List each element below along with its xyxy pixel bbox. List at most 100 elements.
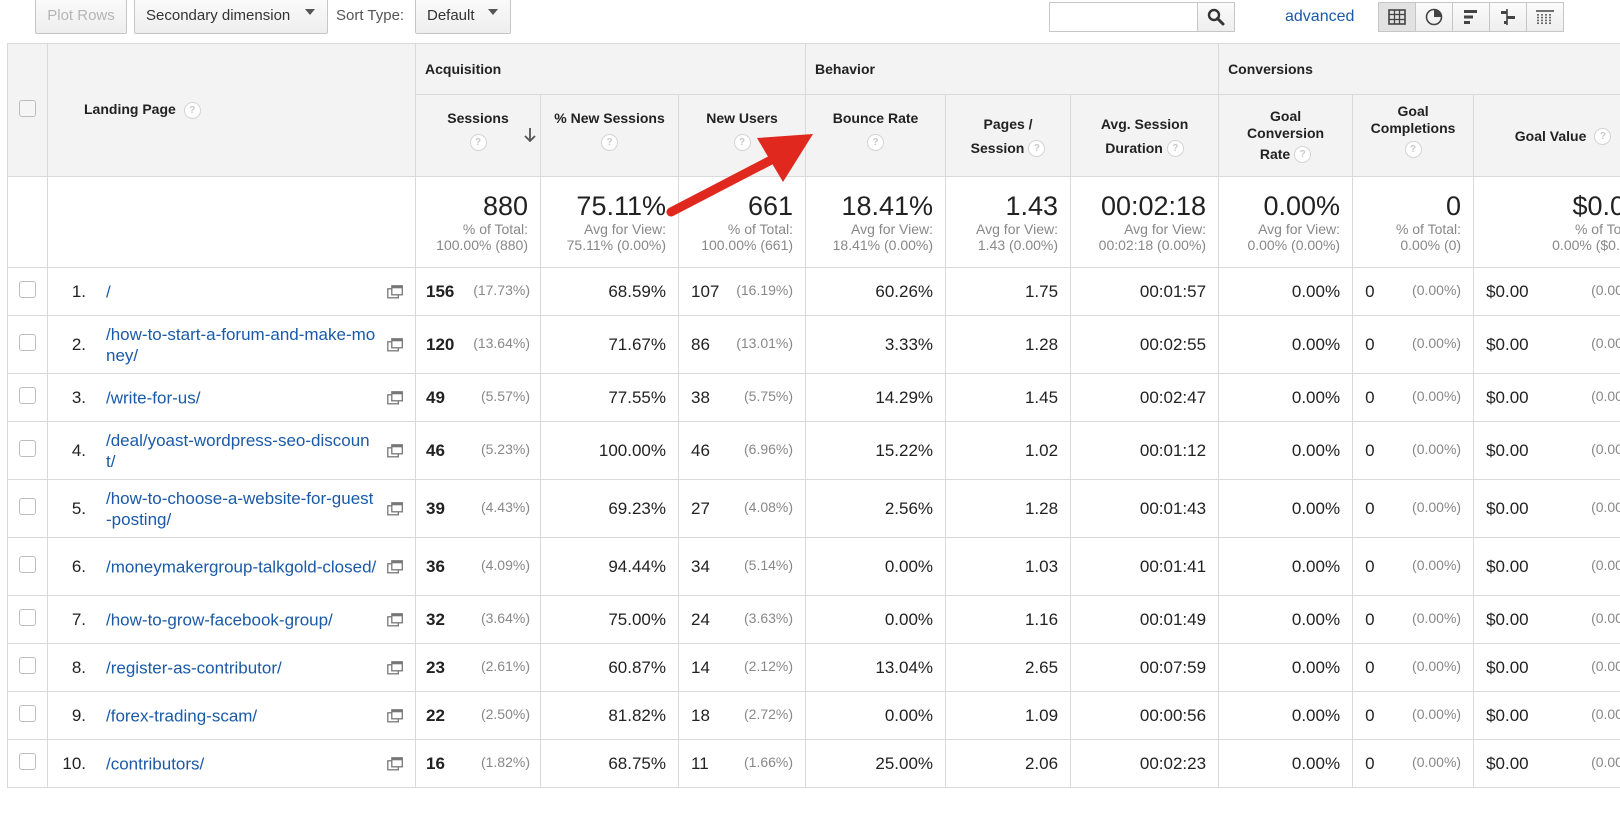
advanced-filter-link[interactable]: advanced	[1285, 8, 1354, 26]
landing-page-cell: 10. /contributors/	[47, 739, 416, 788]
landing-page-link[interactable]: /	[106, 281, 379, 302]
help-icon[interactable]: ?	[601, 134, 618, 152]
help-icon[interactable]: ?	[1294, 146, 1312, 164]
open-external-icon[interactable]	[387, 390, 403, 405]
row-checkbox[interactable]	[19, 497, 36, 515]
row-checkbox[interactable]	[19, 608, 36, 626]
table-row[interactable]: 7. /how-to-grow-facebook-group/32 (3.64%) 7…	[7, 595, 1620, 644]
open-external-icon[interactable]	[387, 284, 403, 299]
new-users-value: 14	[691, 657, 710, 677]
row-checkbox[interactable]	[19, 656, 36, 674]
table-row[interactable]: 6. /moneymakergroup-talkgold-closed/36 (4.…	[7, 537, 1620, 596]
help-icon[interactable]: ?	[469, 134, 487, 152]
total-avg-duration: 00:02:18 Avg for View: 00:02:18 (0.00%)	[1070, 176, 1220, 268]
goal-completions-percent: (0.00%)	[1412, 609, 1462, 626]
pie-view-button[interactable]	[1415, 2, 1453, 32]
goal-completions-cell: 0 (0.00%)	[1352, 421, 1475, 480]
open-external-icon[interactable]	[387, 756, 403, 771]
goal-completions-header[interactable]: Goal Completions ?	[1352, 94, 1475, 177]
table-row[interactable]: 9. /forex-trading-scam/22 (2.50%) 81.82% 18 (…	[7, 691, 1620, 740]
landing-page-link[interactable]: /how-to-choose-a-website-for-guest-posti…	[106, 488, 379, 530]
sort-type-dropdown[interactable]: Default	[415, 0, 511, 34]
open-external-icon[interactable]	[387, 612, 403, 627]
table-row[interactable]: 3. /write-for-us/49 (5.57%) 77.55% 38 (5.75%)…	[7, 373, 1620, 422]
goal-conversion-cell: 0.00%	[1218, 537, 1354, 596]
landing-page-link[interactable]: /moneymakergroup-talkgold-closed/	[106, 556, 379, 577]
search-button[interactable]	[1197, 3, 1234, 31]
table-row[interactable]: 1. / 156 (17.73%) 68.59% 107 (16.19%) 60.26% 1.7…	[7, 267, 1620, 316]
row-checkbox[interactable]	[19, 280, 36, 298]
goal-conversion-cell: 0.00%	[1218, 691, 1354, 740]
total-detail: 100.00% (880)	[436, 237, 528, 253]
search-input[interactable]	[1050, 3, 1196, 31]
new-users-percent: (2.12%)	[744, 657, 794, 674]
landing-page-link[interactable]: /register-as-contributor/	[106, 657, 379, 678]
help-icon[interactable]: ?	[183, 101, 201, 119]
secondary-dimension-label: Secondary dimension	[146, 6, 291, 24]
landing-page-link[interactable]: /forex-trading-scam/	[106, 705, 379, 726]
open-external-icon[interactable]	[387, 559, 403, 574]
pages-session-header[interactable]: Pages / Session?	[945, 94, 1072, 177]
goal-completions-cell: 0 (0.00%)	[1352, 373, 1475, 422]
goal-value-header[interactable]: Goal Value?	[1473, 94, 1620, 177]
row-select-cell	[7, 421, 48, 480]
total-detail: 0.00% (0.00%)	[1247, 237, 1341, 253]
open-external-icon[interactable]	[387, 501, 403, 516]
row-checkbox[interactable]	[19, 333, 36, 351]
table-row[interactable]: 8. /register-as-contributor/23 (2.61%) 60.8…	[7, 643, 1620, 692]
total-value: $0.00	[1572, 191, 1620, 221]
row-checkbox[interactable]	[19, 555, 36, 573]
table-row[interactable]: 4. /deal/yoast-wordpress-seo-discount/46 (…	[7, 421, 1620, 480]
table-row[interactable]: 10. /contributors/16 (1.82%) 68.75% 11 (1.66%…	[7, 739, 1620, 788]
bounce-rate-header[interactable]: Bounce Rate ?	[805, 94, 947, 177]
table-row[interactable]: 2. /how-to-start-a-forum-and-make-money/1…	[7, 315, 1620, 374]
open-external-icon[interactable]	[387, 660, 403, 675]
help-icon[interactable]: ?	[1594, 128, 1612, 146]
row-index: 5.	[71, 498, 86, 518]
table-row[interactable]: 5. /how-to-choose-a-website-for-guest-pos…	[7, 479, 1620, 538]
help-icon[interactable]: ?	[867, 134, 885, 152]
row-checkbox[interactable]	[19, 704, 36, 722]
new-users-header[interactable]: New Users ?	[677, 94, 807, 177]
secondary-dimension-dropdown[interactable]: Secondary dimension	[134, 0, 328, 34]
pivot-view-button[interactable]	[1526, 2, 1564, 32]
performance-view-button[interactable]	[1452, 2, 1490, 32]
avg-session-duration-header[interactable]: Avg. Session Duration?	[1070, 94, 1220, 177]
help-icon[interactable]: ?	[1166, 140, 1184, 158]
sessions-percent: (4.09%)	[480, 556, 530, 573]
total-goal-conversion: 0.00% Avg for View: 0.00% (0.00%)	[1218, 176, 1354, 268]
landing-page-header[interactable]: Landing Page ?	[47, 43, 416, 177]
landing-page-link[interactable]: /how-to-start-a-forum-and-make-money/	[106, 324, 379, 366]
sessions-header[interactable]: Sessions ?	[415, 94, 541, 177]
row-checkbox[interactable]	[19, 752, 36, 770]
goal-value-amount: $0.00	[1486, 498, 1529, 518]
landing-page-link[interactable]: /deal/yoast-wordpress-seo-discount/	[106, 430, 379, 472]
goal-completions-percent: (0.00%)	[1412, 387, 1462, 404]
goal-value-cell: $0.00 (0.00%)	[1473, 267, 1620, 316]
bounce-rate-cell: 0.00%	[805, 537, 947, 596]
landing-page-link[interactable]: /write-for-us/	[106, 387, 379, 408]
landing-page-link[interactable]: /contributors/	[106, 753, 379, 774]
plot-rows-button[interactable]: Plot Rows	[35, 0, 127, 34]
goal-completions-percent: (0.00%)	[1412, 657, 1462, 674]
table-view-button[interactable]	[1378, 2, 1416, 32]
new-users-value: 34	[691, 556, 710, 576]
open-external-icon[interactable]	[387, 337, 403, 352]
goal-conversion-rate-header[interactable]: Goal Conversion Rate?	[1218, 94, 1354, 177]
pages-session-cell: 1.45	[945, 373, 1072, 422]
avg-duration-cell: 00:01:49	[1070, 595, 1220, 644]
bounce-rate-header-label: Bounce Rate	[832, 109, 919, 126]
total-caption: Avg for View:	[1124, 221, 1207, 237]
row-checkbox[interactable]	[19, 439, 36, 457]
open-external-icon[interactable]	[387, 708, 403, 723]
help-icon[interactable]: ?	[733, 134, 751, 152]
row-checkbox[interactable]	[19, 386, 36, 404]
new-sessions-header[interactable]: % New Sessions ?	[540, 94, 679, 177]
comparison-view-button[interactable]	[1489, 2, 1527, 32]
sessions-cell: 46 (5.23%)	[415, 421, 541, 480]
landing-page-link[interactable]: /how-to-grow-facebook-group/	[106, 609, 379, 630]
help-icon[interactable]: ?	[1028, 140, 1046, 158]
help-icon[interactable]: ?	[1404, 141, 1422, 159]
select-all-checkbox[interactable]	[19, 100, 36, 117]
open-external-icon[interactable]	[387, 443, 403, 458]
